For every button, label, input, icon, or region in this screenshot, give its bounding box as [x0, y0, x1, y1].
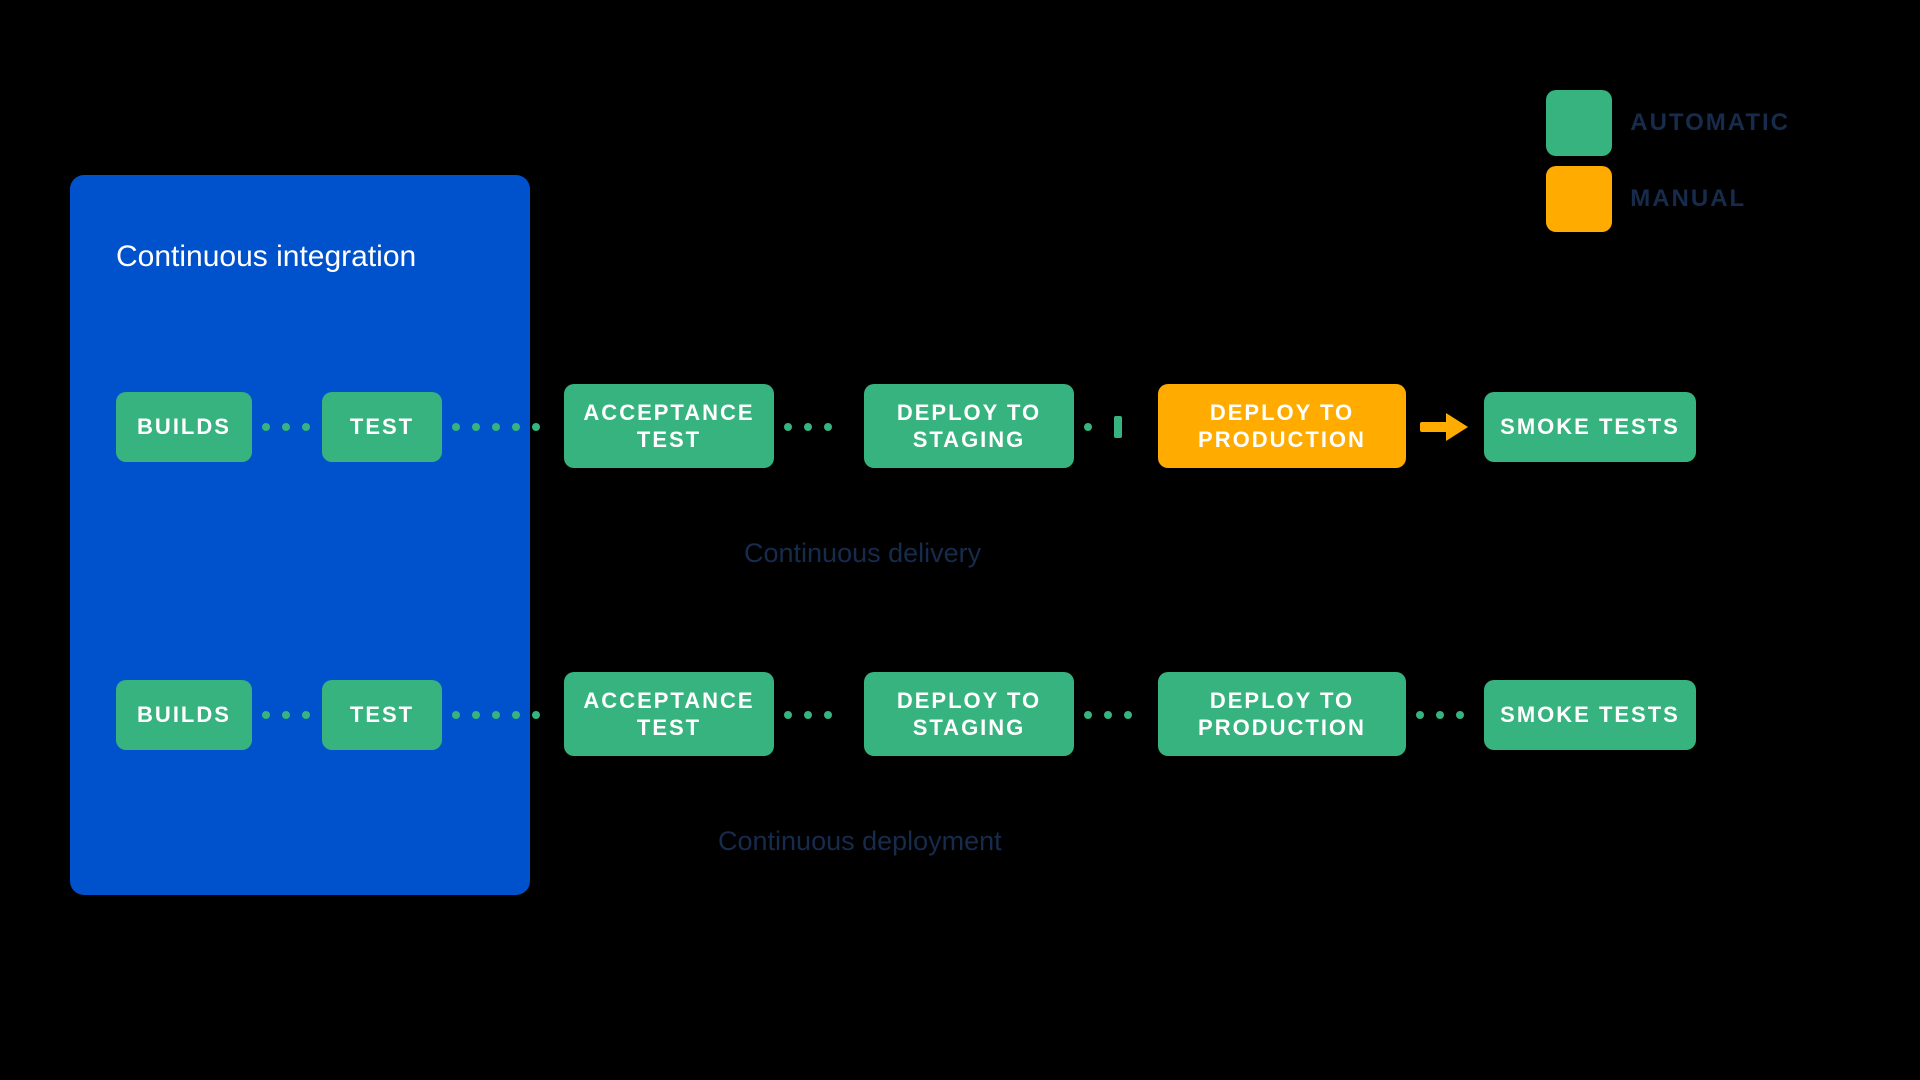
- manual-gate-icon: [1114, 416, 1122, 438]
- dots-connector: [262, 711, 310, 719]
- stage-delivery-smoke: SMOKE TESTS: [1484, 392, 1696, 462]
- stage-deployment-builds: BUILDS: [116, 680, 252, 750]
- label-continuous-delivery: Continuous delivery: [744, 538, 981, 569]
- dots-connector: [1084, 423, 1092, 431]
- stage-delivery-test: TEST: [322, 392, 442, 462]
- stage-deployment-smoke: SMOKE TESTS: [1484, 680, 1696, 750]
- dots-connector: [1416, 711, 1464, 719]
- dots-connector: [1084, 711, 1132, 719]
- dots-connector: [262, 423, 310, 431]
- legend-label-automatic: AUTOMATIC: [1630, 109, 1790, 137]
- legend-item-manual: MANUAL: [1546, 166, 1790, 232]
- ci-title: Continuous integration: [116, 240, 416, 274]
- stage-deployment-production: DEPLOY TO PRODUCTION: [1158, 672, 1406, 756]
- legend: AUTOMATIC MANUAL: [1546, 90, 1790, 232]
- stage-deployment-acceptance: ACCEPTANCE TEST: [564, 672, 774, 756]
- stage-delivery-staging: DEPLOY TO STAGING: [864, 384, 1074, 468]
- stage-delivery-production: DEPLOY TO PRODUCTION: [1158, 384, 1406, 468]
- legend-swatch-manual: [1546, 166, 1612, 232]
- stage-deployment-test: TEST: [322, 680, 442, 750]
- stage-deployment-staging: DEPLOY TO STAGING: [864, 672, 1074, 756]
- arrow-icon: [1420, 414, 1470, 438]
- continuous-integration-container: Continuous integration: [70, 175, 530, 895]
- dots-connector: [784, 711, 832, 719]
- legend-swatch-automatic: [1546, 90, 1612, 156]
- stage-delivery-builds: BUILDS: [116, 392, 252, 462]
- dots-connector: [784, 423, 832, 431]
- dots-connector: [452, 423, 540, 431]
- label-continuous-deployment: Continuous deployment: [718, 826, 1002, 857]
- stage-delivery-acceptance: ACCEPTANCE TEST: [564, 384, 774, 468]
- dots-connector: [452, 711, 540, 719]
- legend-label-manual: MANUAL: [1630, 185, 1746, 213]
- legend-item-automatic: AUTOMATIC: [1546, 90, 1790, 156]
